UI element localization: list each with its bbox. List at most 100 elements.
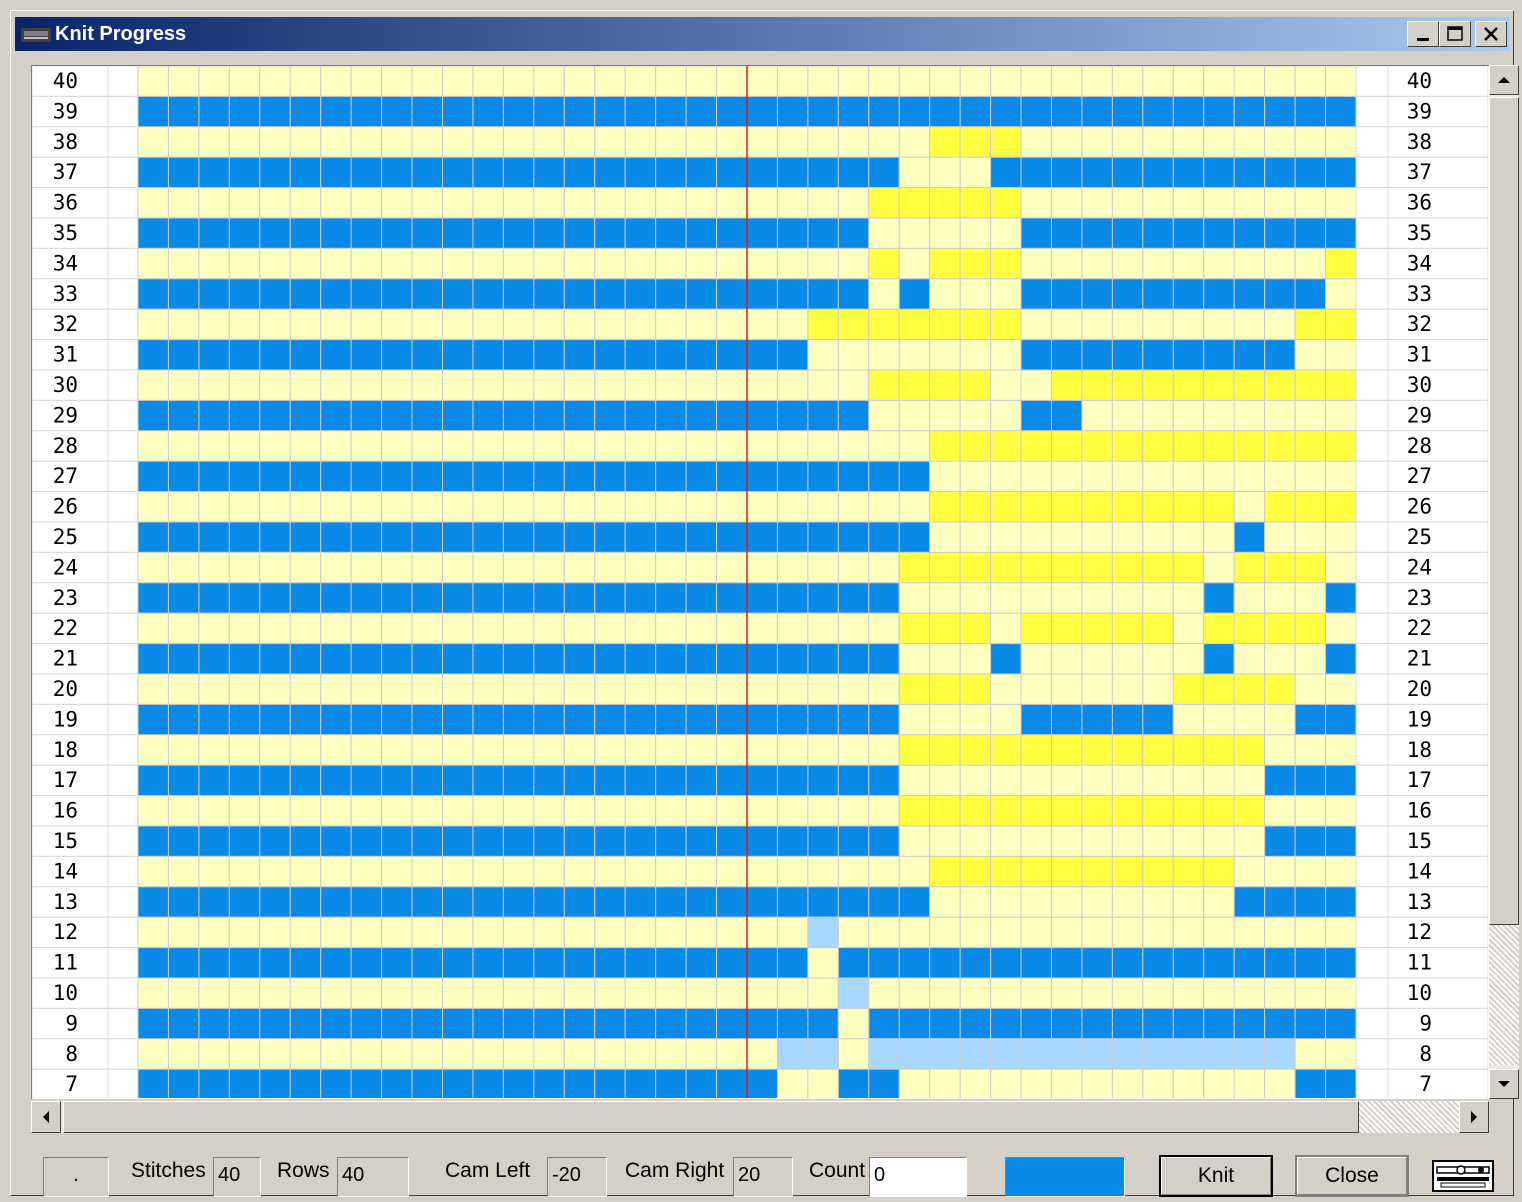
stitch-cell[interactable] — [1294, 339, 1327, 371]
stitch-cell[interactable] — [868, 339, 900, 371]
stitch-cell[interactable] — [502, 947, 535, 979]
stitch-cell[interactable] — [1051, 278, 1083, 310]
stitch-cell[interactable] — [472, 734, 504, 766]
stitch-cell[interactable] — [1111, 734, 1144, 766]
stitch-cell[interactable] — [259, 278, 291, 310]
stitch-cell[interactable] — [137, 643, 169, 675]
stitch-cell[interactable] — [868, 977, 900, 1009]
stitch-cell[interactable] — [228, 825, 261, 857]
stitch-cell[interactable] — [320, 855, 352, 888]
stitch-cell[interactable] — [868, 308, 900, 341]
stitch-cell[interactable] — [320, 460, 352, 493]
stitch-cell[interactable] — [502, 916, 535, 949]
stitch-cell[interactable] — [1142, 643, 1174, 675]
stitch-cell[interactable] — [472, 977, 504, 1009]
stitch-cell[interactable] — [472, 582, 504, 614]
stitch-cell[interactable] — [411, 825, 443, 857]
stitch-cell[interactable] — [655, 1038, 687, 1070]
stitch-cell[interactable] — [1203, 825, 1235, 857]
stitch-cell[interactable] — [1142, 156, 1174, 189]
stitch-cell[interactable] — [1233, 187, 1266, 219]
stitch-cell[interactable] — [1172, 430, 1205, 462]
stitch-cell[interactable] — [746, 855, 778, 888]
stitch-cell[interactable] — [198, 278, 230, 310]
knit-grid[interactable]: 40 40 39 39 38 38 37 37 36 36 35 35 34 34 33 33 32 32 31 31… — [31, 65, 1489, 1099]
stitch-cell[interactable] — [381, 278, 413, 310]
stitch-cell[interactable] — [350, 339, 383, 371]
stitch-cell[interactable] — [228, 278, 261, 310]
stitch-cell[interactable] — [502, 187, 535, 219]
stitch-cell[interactable] — [289, 66, 322, 97]
stitch-cell[interactable] — [807, 643, 839, 675]
stitch-cell[interactable] — [533, 673, 565, 705]
stitch-cell[interactable] — [259, 795, 291, 827]
stitch-cell[interactable] — [898, 491, 931, 523]
stitch-cell[interactable] — [685, 278, 718, 310]
stitch-cell[interactable] — [137, 339, 169, 371]
stitch-cell[interactable] — [655, 126, 687, 158]
stitch-cell[interactable] — [1233, 855, 1266, 888]
stitch-cell[interactable] — [655, 825, 687, 857]
stitch-cell[interactable] — [594, 886, 626, 918]
stitch-cell[interactable] — [1051, 643, 1083, 675]
stitch-cell[interactable] — [289, 308, 322, 341]
stitch-cell[interactable] — [1051, 126, 1083, 158]
stitch-cell[interactable] — [1081, 1068, 1113, 1098]
stitch-cell[interactable] — [624, 643, 657, 675]
stitch-cell[interactable] — [1203, 551, 1235, 584]
stitch-cell[interactable] — [1264, 430, 1296, 462]
stitch-cell[interactable] — [655, 643, 687, 675]
stitch-cell[interactable] — [716, 825, 748, 857]
stitch-cell[interactable] — [533, 886, 565, 918]
stitch-cell[interactable] — [198, 217, 230, 249]
stitch-cell[interactable] — [289, 582, 322, 614]
stitch-cell[interactable] — [411, 612, 443, 645]
stitch-cell[interactable] — [137, 247, 169, 280]
stitch-cell[interactable] — [563, 369, 596, 401]
stitch-cell[interactable] — [594, 399, 626, 432]
stitch-cell[interactable] — [1111, 217, 1144, 249]
stitch-cell[interactable] — [1325, 886, 1357, 918]
stitch-cell[interactable] — [137, 916, 169, 949]
stitch-cell[interactable] — [1142, 855, 1174, 888]
stitch-cell[interactable] — [929, 430, 961, 462]
stitch-cell[interactable] — [1142, 399, 1174, 432]
stitch-cell[interactable] — [746, 1038, 778, 1070]
stitch-cell[interactable] — [655, 217, 687, 249]
stitch-cell[interactable] — [563, 278, 596, 310]
stitch-cell[interactable] — [1142, 612, 1174, 645]
stitch-cell[interactable] — [228, 582, 261, 614]
stitch-cell[interactable] — [472, 916, 504, 949]
stitch-cell[interactable] — [381, 156, 413, 189]
stitch-cell[interactable] — [1111, 156, 1144, 189]
stitch-cell[interactable] — [776, 369, 809, 401]
stitch-cell[interactable] — [1264, 95, 1296, 128]
stitch-cell[interactable] — [990, 308, 1022, 341]
stitch-cell[interactable] — [807, 703, 839, 736]
stitch-cell[interactable] — [533, 551, 565, 584]
stitch-cell[interactable] — [1051, 156, 1083, 189]
stitch-cell[interactable] — [1325, 977, 1357, 1009]
stitch-cell[interactable] — [198, 430, 230, 462]
stitch-cell[interactable] — [1051, 886, 1083, 918]
stitch-cell[interactable] — [259, 977, 291, 1009]
stitch-cell[interactable] — [563, 825, 596, 857]
stitch-cell[interactable] — [167, 521, 200, 553]
stitch-cell[interactable] — [1325, 308, 1357, 341]
stitch-cell[interactable] — [289, 126, 322, 158]
stitch-cell[interactable] — [381, 1068, 413, 1098]
stitch-cell[interactable] — [442, 278, 474, 310]
stitch-cell[interactable] — [167, 95, 200, 128]
stitch-cell[interactable] — [137, 673, 169, 705]
stitch-cell[interactable] — [898, 825, 931, 857]
stitch-cell[interactable] — [167, 460, 200, 493]
stitch-cell[interactable] — [1081, 491, 1113, 523]
stitch-cell[interactable] — [1111, 521, 1144, 553]
stitch-cell[interactable] — [1294, 1038, 1327, 1070]
stitch-cell[interactable] — [563, 795, 596, 827]
stitch-cell[interactable] — [198, 521, 230, 553]
stitch-cell[interactable] — [1081, 1007, 1113, 1040]
stitch-cell[interactable] — [959, 855, 992, 888]
stitch-cell[interactable] — [868, 217, 900, 249]
stitch-cell[interactable] — [624, 187, 657, 219]
